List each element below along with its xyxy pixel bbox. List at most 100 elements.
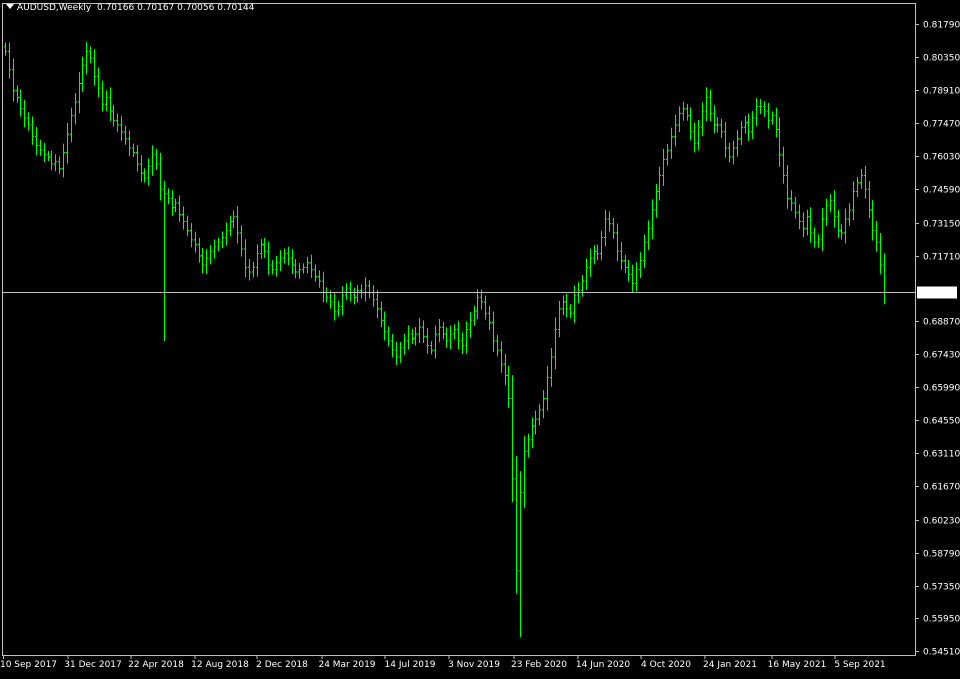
candle-224 bbox=[871, 200, 874, 241]
candle-203 bbox=[790, 190, 793, 212]
candle-200 bbox=[778, 117, 781, 167]
candle-163 bbox=[635, 262, 638, 292]
candle-49 bbox=[194, 231, 197, 253]
candle-198 bbox=[771, 111, 774, 125]
candle-51 bbox=[201, 248, 204, 273]
candle-124 bbox=[484, 295, 487, 320]
candle-100 bbox=[391, 333, 394, 358]
y-tick-label: 0.54510 bbox=[923, 648, 960, 658]
y-tick-label: 0.64550 bbox=[923, 417, 960, 427]
y-tick-label: 0.81790 bbox=[923, 21, 960, 31]
candle-110 bbox=[430, 341, 433, 355]
candle-82 bbox=[322, 271, 325, 303]
x-tick-label: 2 Dec 2018 bbox=[256, 660, 308, 670]
candle-156 bbox=[608, 211, 611, 232]
candle-167 bbox=[651, 199, 654, 239]
x-tick-label: 10 Sep 2017 bbox=[0, 660, 57, 670]
candle-103 bbox=[403, 333, 406, 355]
y-tick-label: 0.73150 bbox=[923, 220, 960, 230]
candle-225 bbox=[875, 221, 878, 252]
candle-175 bbox=[682, 101, 685, 121]
dropdown-triangle-icon[interactable] bbox=[6, 4, 14, 9]
candle-146 bbox=[569, 303, 572, 319]
candle-216 bbox=[840, 224, 843, 240]
candle-182 bbox=[709, 89, 712, 122]
candle-173 bbox=[674, 114, 677, 147]
candle-25 bbox=[101, 80, 104, 112]
candle-67 bbox=[263, 237, 266, 258]
candle-139 bbox=[542, 390, 545, 419]
candle-194 bbox=[755, 98, 758, 127]
candle-221 bbox=[860, 168, 863, 189]
y-tick-label: 0.61670 bbox=[923, 483, 960, 493]
candle-89 bbox=[349, 281, 352, 302]
candle-14 bbox=[58, 156, 61, 174]
candle-34 bbox=[136, 144, 139, 172]
candle-202 bbox=[786, 165, 789, 209]
candle-43 bbox=[171, 190, 174, 216]
y-tick-label: 0.57350 bbox=[923, 583, 960, 593]
candle-101 bbox=[395, 341, 398, 366]
candle-11 bbox=[47, 150, 50, 162]
candle-117 bbox=[457, 321, 460, 350]
candle-12 bbox=[50, 150, 53, 171]
y-tick-label: 0.74590 bbox=[923, 186, 960, 196]
candle-211 bbox=[821, 208, 824, 251]
candle-2 bbox=[12, 58, 15, 102]
candle-42 bbox=[167, 188, 170, 205]
candle-38 bbox=[151, 145, 154, 176]
candle-76 bbox=[298, 262, 301, 279]
candle-90 bbox=[353, 287, 356, 305]
candle-17 bbox=[70, 107, 73, 143]
candle-190 bbox=[740, 120, 743, 145]
candle-19 bbox=[78, 72, 81, 114]
candle-9 bbox=[39, 139, 42, 156]
candle-75 bbox=[294, 258, 297, 279]
candle-59 bbox=[232, 210, 235, 228]
candle-193 bbox=[751, 110, 754, 139]
candle-164 bbox=[639, 252, 642, 278]
candle-27 bbox=[109, 87, 112, 122]
x-tick-label: 22 Apr 2018 bbox=[128, 660, 184, 670]
candle-61 bbox=[240, 225, 243, 257]
candle-195 bbox=[759, 98, 762, 115]
candle-191 bbox=[744, 116, 747, 134]
candle-104 bbox=[407, 325, 410, 350]
candle-32 bbox=[128, 130, 131, 157]
candle-206 bbox=[802, 212, 805, 238]
candle-140 bbox=[546, 365, 549, 411]
candle-115 bbox=[449, 325, 452, 350]
candle-184 bbox=[716, 117, 719, 133]
candle-160 bbox=[624, 254, 627, 274]
candle-40 bbox=[159, 152, 162, 201]
candle-142 bbox=[554, 317, 557, 370]
candle-8 bbox=[35, 126, 38, 156]
candle-80 bbox=[314, 264, 317, 282]
candle-158 bbox=[616, 223, 619, 261]
chart-area[interactable]: 0.81790 0.80350 0.78910 0.77470 0.76030 0.745… bbox=[0, 0, 960, 675]
candle-56 bbox=[221, 231, 224, 249]
x-tick-label: 23 Feb 2020 bbox=[511, 660, 567, 670]
candle-62 bbox=[244, 239, 247, 278]
candle-155 bbox=[604, 210, 607, 247]
candle-72 bbox=[283, 248, 286, 264]
candle-196 bbox=[763, 100, 766, 117]
candle-52 bbox=[205, 249, 208, 275]
candle-186 bbox=[724, 122, 727, 158]
candlestick-chart[interactable]: 0.81790 0.80350 0.78910 0.77470 0.76030 0.745… bbox=[0, 0, 960, 675]
candle-135 bbox=[527, 433, 530, 458]
candle-113 bbox=[442, 321, 445, 340]
x-tick-label: 4 Oct 2020 bbox=[641, 660, 691, 670]
candle-120 bbox=[469, 311, 472, 338]
candle-165 bbox=[643, 234, 646, 268]
candle-74 bbox=[291, 249, 294, 275]
candle-98 bbox=[383, 311, 386, 341]
candle-136 bbox=[531, 417, 534, 449]
candle-166 bbox=[647, 220, 650, 251]
candle-212 bbox=[825, 198, 828, 226]
candle-132 bbox=[515, 456, 518, 594]
candle-22 bbox=[89, 46, 92, 64]
candle-102 bbox=[399, 342, 402, 363]
candle-208 bbox=[809, 207, 812, 243]
candle-50 bbox=[198, 237, 201, 263]
